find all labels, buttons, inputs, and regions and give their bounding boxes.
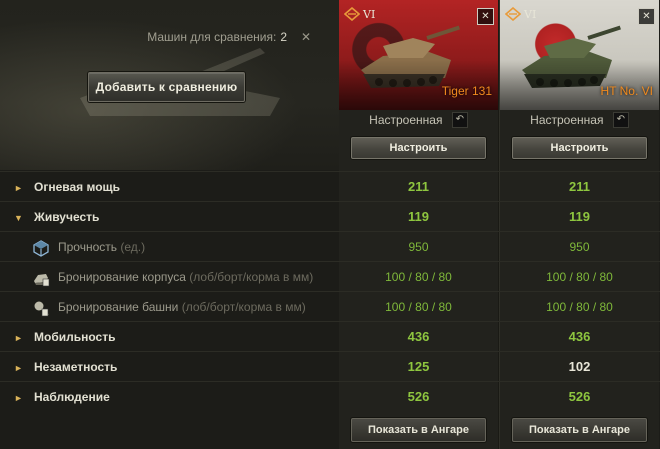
reset-config-icon[interactable]: ↶ xyxy=(612,112,629,128)
heavy-tank-class-icon xyxy=(505,7,521,21)
stat-value: 100 / 80 / 80 xyxy=(385,300,452,314)
stat-value: 526 xyxy=(407,389,430,404)
stat-label: ► Огневая мощь xyxy=(14,172,120,202)
stat-value: 436 xyxy=(568,329,591,344)
stat-value: 102 xyxy=(568,359,591,374)
tank-name: Tiger 131 xyxy=(441,84,492,98)
stat-value: 119 xyxy=(408,209,429,224)
expand-arrow-icon: ► xyxy=(14,183,23,193)
stat-value: 100 / 80 / 80 xyxy=(385,270,452,284)
tank-name: HT No. VI xyxy=(600,84,653,98)
stat-label: ► Незаметность xyxy=(14,352,117,382)
stat-value: 436 xyxy=(407,329,430,344)
stat-label-text: Прочность xyxy=(58,240,118,254)
config-label: Настроенная xyxy=(369,113,443,127)
stat-label-text: Мобильность xyxy=(34,330,116,344)
compare-count-value: 2 xyxy=(280,30,287,44)
stat-value: 119 xyxy=(569,209,590,224)
stat-value: 100 / 80 / 80 xyxy=(546,270,613,284)
stat-row-hull-armor: Бронирование корпуса (лоб/борт/корма в м… xyxy=(0,261,660,291)
stat-value: 950 xyxy=(408,240,429,254)
expand-arrow-icon: ► xyxy=(14,393,23,403)
compare-header: Машин для сравнения: 2 ✕ Добавить к сравн… xyxy=(0,0,340,170)
compare-count-label: Машин для сравнения: 2 xyxy=(147,30,287,44)
hitpoints-icon xyxy=(33,240,49,257)
vehicle-card-tiger-131[interactable]: VI ✕ Tiger 131 xyxy=(339,0,498,110)
show-in-hangar-button[interactable]: Показать в Ангаре xyxy=(512,418,647,442)
stat-label-text: Наблюдение xyxy=(34,390,110,404)
show-in-hangar-button[interactable]: Показать в Ангаре xyxy=(351,418,486,442)
stat-row-survivability[interactable]: ▼ Живучесть 119 119 xyxy=(0,201,660,231)
remove-vehicle-close-icon[interactable]: ✕ xyxy=(477,8,494,25)
expand-arrow-icon: ► xyxy=(14,333,23,343)
stat-value: 125 xyxy=(407,359,430,374)
stat-unit: (ед.) xyxy=(120,240,146,254)
stat-label-text: Огневая мощь xyxy=(34,180,121,194)
stat-value: 211 xyxy=(569,179,590,194)
stat-value: 950 xyxy=(569,240,590,254)
setup-button[interactable]: Настроить xyxy=(351,137,486,159)
remove-vehicle-close-icon[interactable]: ✕ xyxy=(638,8,655,25)
reset-config-icon[interactable]: ↶ xyxy=(451,112,468,128)
config-status: Настроенная ↶ xyxy=(500,112,659,132)
stat-label: Бронирование корпуса (лоб/борт/корма в м… xyxy=(32,262,313,292)
stat-value: 211 xyxy=(408,179,429,194)
collapse-arrow-icon: ▼ xyxy=(14,213,23,223)
hull-armor-icon xyxy=(34,273,50,287)
stat-value: 100 / 80 / 80 xyxy=(546,300,613,314)
stat-label-text: Незаметность xyxy=(34,360,118,374)
stat-label: ► Наблюдение xyxy=(14,382,110,412)
vehicle-compare-panel: Машин для сравнения: 2 ✕ Добавить к сравн… xyxy=(0,0,660,449)
vehicle-card-ht-no-vi[interactable]: VI ✕ HT No. VI xyxy=(500,0,659,110)
tier-label: VI xyxy=(524,8,537,21)
stat-row-hitpoints: Прочность (ед.) 950 950 xyxy=(0,231,660,261)
setup-button[interactable]: Настроить xyxy=(512,137,647,159)
config-status: Настроенная ↶ xyxy=(339,112,498,132)
stat-unit: (лоб/борт/корма в мм) xyxy=(189,270,314,284)
compare-count-text: Машин для сравнения: xyxy=(147,30,277,44)
tier-label: VI xyxy=(363,8,376,21)
stat-unit: (лоб/борт/корма в мм) xyxy=(181,300,306,314)
stat-row-turret-armor: Бронирование башни (лоб/борт/корма в мм)… xyxy=(0,291,660,321)
stat-row-firepower[interactable]: ► Огневая мощь 211 211 xyxy=(0,171,660,201)
add-to-compare-button[interactable]: Добавить к сравнению xyxy=(88,72,245,102)
stat-label: Прочность (ед.) xyxy=(32,232,145,262)
stat-label: ► Мобильность xyxy=(14,322,115,352)
config-label: Настроенная xyxy=(530,113,604,127)
turret-armor-icon xyxy=(34,301,49,317)
stat-value: 526 xyxy=(568,389,591,404)
stat-label-text: Бронирование корпуса xyxy=(58,270,186,284)
stat-label: Бронирование башни (лоб/борт/корма в мм) xyxy=(32,292,306,322)
stat-row-concealment[interactable]: ► Незаметность 125 102 xyxy=(0,351,660,381)
stat-label: ▼ Живучесть xyxy=(14,202,99,232)
clear-compare-close-icon[interactable]: ✕ xyxy=(296,27,316,47)
stat-row-mobility[interactable]: ► Мобильность 436 436 xyxy=(0,321,660,351)
heavy-tank-class-icon xyxy=(344,7,360,21)
stat-label-text: Живучесть xyxy=(34,210,100,224)
stat-label-text: Бронирование башни xyxy=(58,300,179,314)
expand-arrow-icon: ► xyxy=(14,363,23,373)
stat-row-view-range[interactable]: ► Наблюдение 526 526 xyxy=(0,381,660,411)
